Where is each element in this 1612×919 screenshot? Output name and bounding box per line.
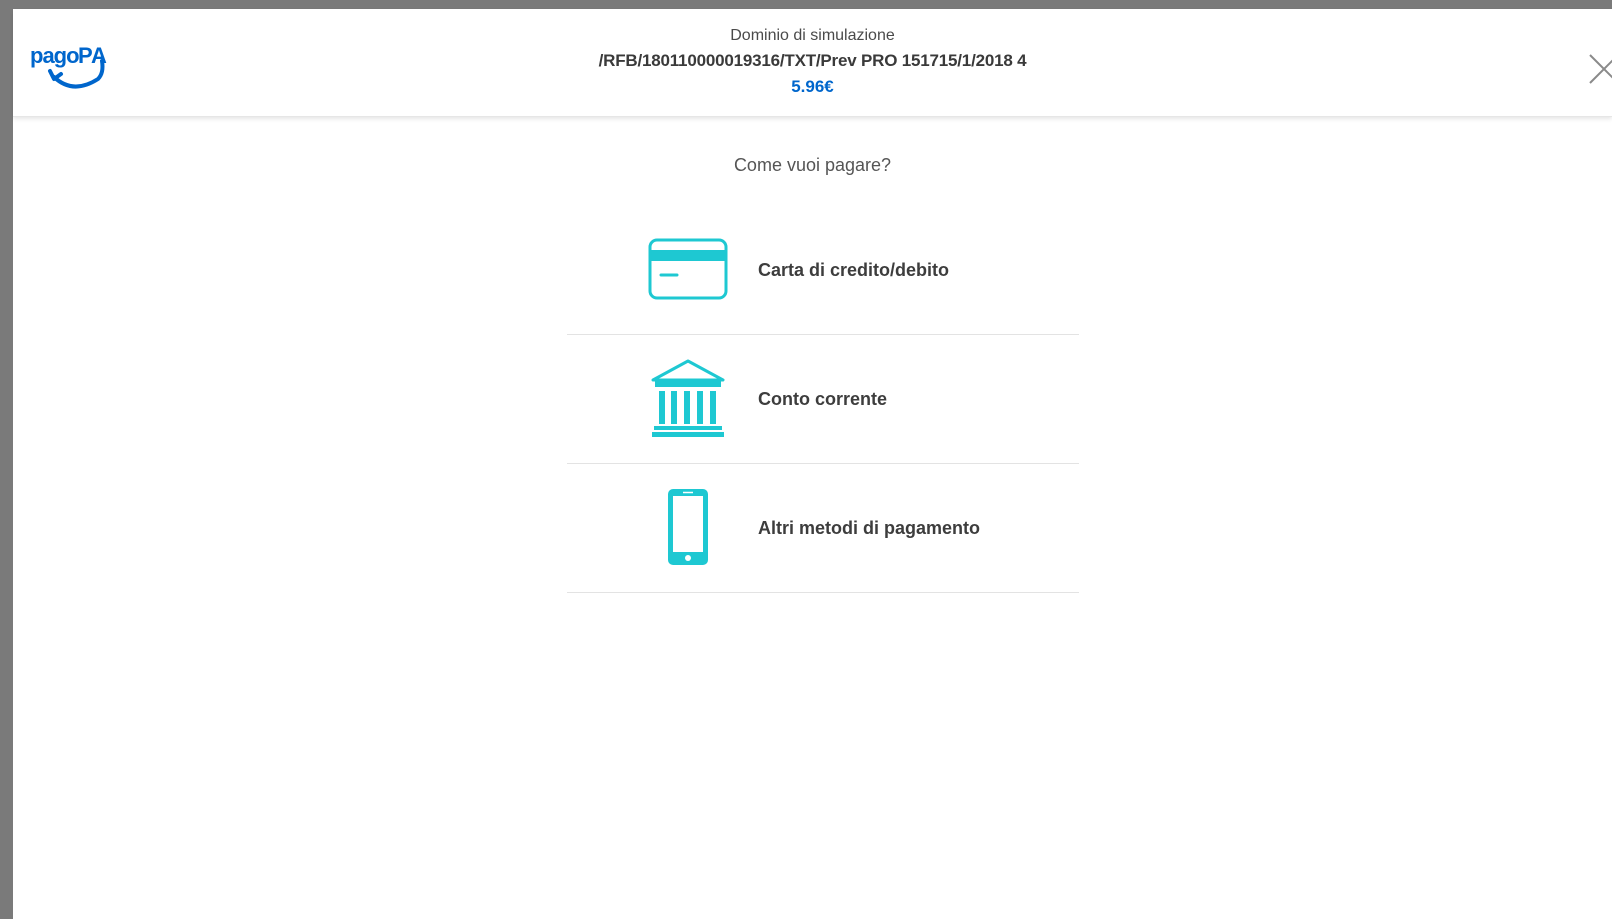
domain-name: Dominio di simulazione <box>730 27 895 44</box>
header: pago PA Dominio di simulazione /RFB/1801… <box>13 9 1612 117</box>
method-label: Altri metodi di pagamento <box>758 518 981 538</box>
payment-question: Come vuoi pagare? <box>733 155 892 175</box>
method-other[interactable]: Altri metodi di pagamento <box>567 464 1079 593</box>
close-icon[interactable] <box>1588 49 1612 89</box>
payment-summary: Dominio di simulazione /RFB/180110000019… <box>13 24 1612 100</box>
credit-card-icon <box>645 226 731 312</box>
payment-amount: 5.96€ <box>791 77 834 96</box>
method-label: Conto corrente <box>758 389 888 409</box>
payment-methods-list: Carta di credito/debito Conto corrente A… <box>567 206 1079 593</box>
method-bank-account[interactable]: Conto corrente <box>567 335 1079 464</box>
payment-reference: /RFB/180110000019316/TXT/Prev PRO 151715… <box>598 51 1027 70</box>
method-credit-card[interactable]: Carta di credito/debito <box>567 206 1079 335</box>
bank-icon <box>645 355 731 441</box>
smartphone-icon <box>645 484 731 570</box>
method-label: Carta di credito/debito <box>758 260 950 280</box>
